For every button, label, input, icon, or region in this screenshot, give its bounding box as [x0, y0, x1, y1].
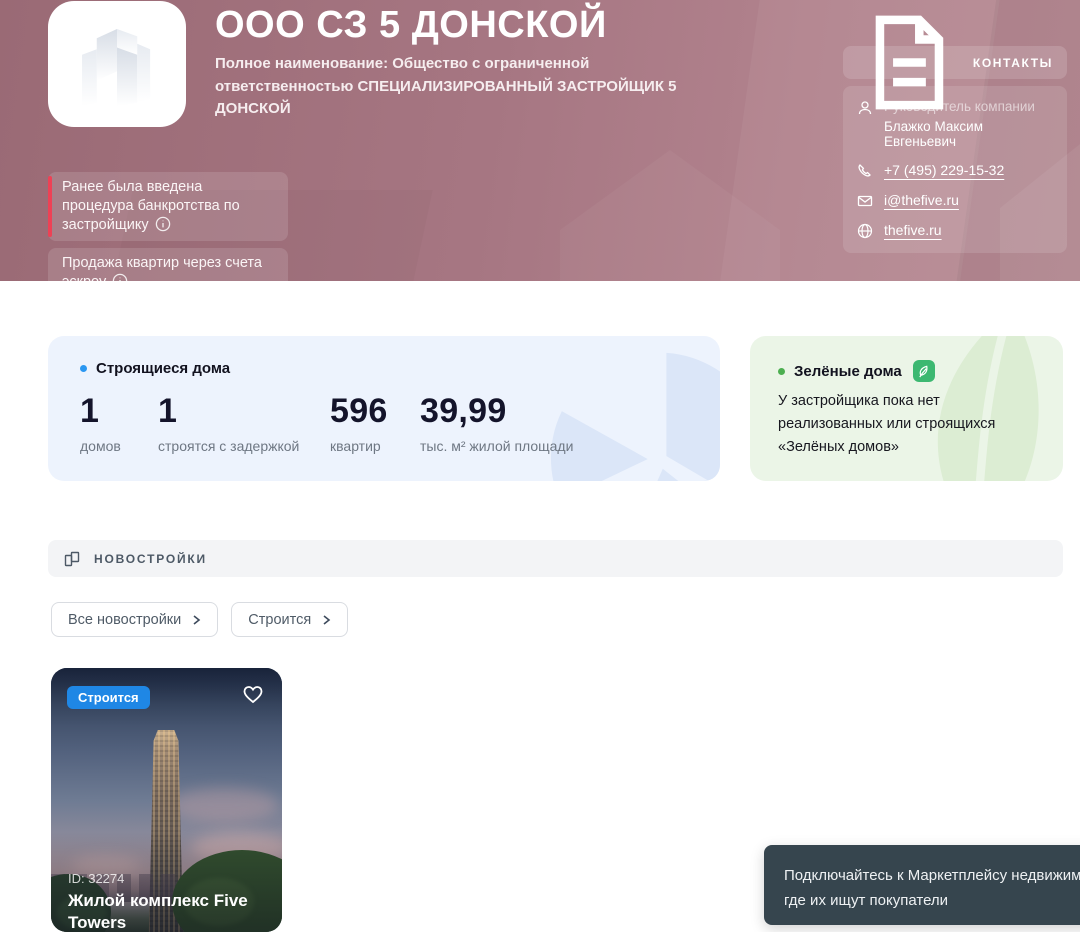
stat-label: тыс. м² жилой площади — [420, 438, 573, 454]
company-logo — [48, 1, 186, 127]
envelope-icon — [857, 193, 873, 209]
blue-dot-icon — [80, 365, 87, 372]
green-homes-header: Зелёные дома — [778, 360, 935, 382]
tooltip-line: где их ищут покупатели — [784, 889, 1080, 914]
filter-label: Все новостройки — [68, 612, 181, 628]
contact-director-row: Руководитель компании Блажко Максим Евге… — [857, 99, 1053, 149]
tag-bankruptcy-label: Ранее была введена процедура банкротства… — [62, 179, 240, 233]
filter-label: Строится — [248, 612, 311, 628]
stat-area: 39,99 тыс. м² жилой площади — [420, 392, 573, 454]
stat-value: 1 — [80, 392, 158, 431]
tag-escrow-label: Продажа квартир через счета эскроу — [62, 255, 262, 281]
contact-phone-row: +7 (495) 229-15-32 — [857, 162, 1053, 179]
globe-icon — [857, 223, 873, 239]
company-tags: Ранее была введена процедура банкротства… — [48, 172, 288, 281]
contact-website-row: thefive.ru — [857, 222, 1053, 239]
stat-houses: 1 домов — [80, 392, 158, 454]
director-label: Руководитель компании — [884, 99, 1053, 114]
info-icon[interactable] — [155, 216, 171, 232]
stat-apartments: 596 квартир — [330, 392, 420, 454]
tag-escrow[interactable]: Продажа квартир через счета эскроу — [48, 248, 288, 281]
contacts-section-header: КОНТАКТЫ — [843, 46, 1067, 79]
under-construction-header: Строящиеся дома — [80, 360, 230, 377]
page-title: ООО СЗ 5 ДОНСКОЙ — [215, 4, 607, 47]
filter-all-newbuildings-button[interactable]: Все новостройки — [51, 602, 218, 637]
under-construction-title: Строящиеся дома — [96, 360, 230, 377]
newbuildings-filters: Все новостройки Строится — [51, 602, 348, 637]
status-badge: Строится — [67, 686, 150, 709]
stat-label: квартир — [330, 438, 420, 454]
contact-email-row: i@thefive.ru — [857, 192, 1053, 209]
green-homes-title: Зелёные дома — [794, 363, 902, 380]
chevron-right-icon — [321, 615, 331, 625]
director-name: Блажко Максим Евгеньевич — [884, 119, 1053, 149]
info-icon[interactable] — [112, 273, 128, 281]
tooltip-line: Подключайтесь к Маркетплейсу недвижимост… — [784, 864, 1080, 889]
company-full-name: Полное наименование: Общество с ограниче… — [215, 53, 715, 121]
green-homes-card: Зелёные дома У застройщика пока нет реал… — [750, 336, 1063, 481]
buildings-icon — [63, 550, 81, 568]
chevron-right-icon — [191, 615, 201, 625]
leaf-icon — [917, 365, 930, 378]
phone-icon — [857, 163, 873, 179]
website-link[interactable]: thefive.ru — [884, 222, 942, 238]
property-name: Жилой комплекс Five Towers — [68, 890, 253, 932]
building-logo-icon — [71, 18, 163, 110]
phone-link[interactable]: +7 (495) 229-15-32 — [884, 162, 1004, 178]
stat-label: домов — [80, 438, 158, 454]
green-homes-text: У застройщика пока нет реализованных или… — [778, 390, 1040, 460]
company-header: ООО СЗ 5 ДОНСКОЙ Полное наименование: Об… — [0, 0, 1080, 281]
heart-outline-icon — [241, 682, 265, 706]
green-dot-icon — [778, 368, 785, 375]
tag-bankruptcy[interactable]: Ранее была введена процедура банкротства… — [48, 172, 288, 241]
contacts-card: Руководитель компании Блажко Максим Евге… — [843, 86, 1067, 253]
property-card-five-towers[interactable]: Строится ID: 32274 Жилой комплекс Five T… — [51, 668, 282, 932]
marketplace-tooltip: Подключайтесь к Маркетплейсу недвижимост… — [764, 845, 1080, 925]
filter-under-construction-button[interactable]: Строится — [231, 602, 348, 637]
contacts-header-label: КОНТАКТЫ — [973, 56, 1053, 70]
property-id: ID: 32274 — [68, 871, 124, 886]
under-construction-card: Строящиеся дома 1 домов 1 строятся с зад… — [48, 336, 720, 481]
stat-label: строятся с задержкой — [158, 438, 330, 454]
favorite-button[interactable] — [241, 682, 265, 706]
person-icon — [857, 100, 873, 116]
stat-value: 1 — [158, 392, 330, 431]
stat-value: 596 — [330, 392, 420, 431]
stat-delayed: 1 строятся с задержкой — [158, 392, 330, 454]
stat-value: 39,99 — [420, 392, 573, 431]
green-leaf-badge[interactable] — [913, 360, 935, 382]
newbuildings-section-label: НОВОСТРОЙКИ — [94, 552, 207, 566]
stats-row: 1 домов 1 строятся с задержкой 596 кварт… — [80, 392, 573, 454]
newbuildings-section-header: НОВОСТРОЙКИ — [48, 540, 1063, 577]
email-link[interactable]: i@thefive.ru — [884, 192, 959, 208]
